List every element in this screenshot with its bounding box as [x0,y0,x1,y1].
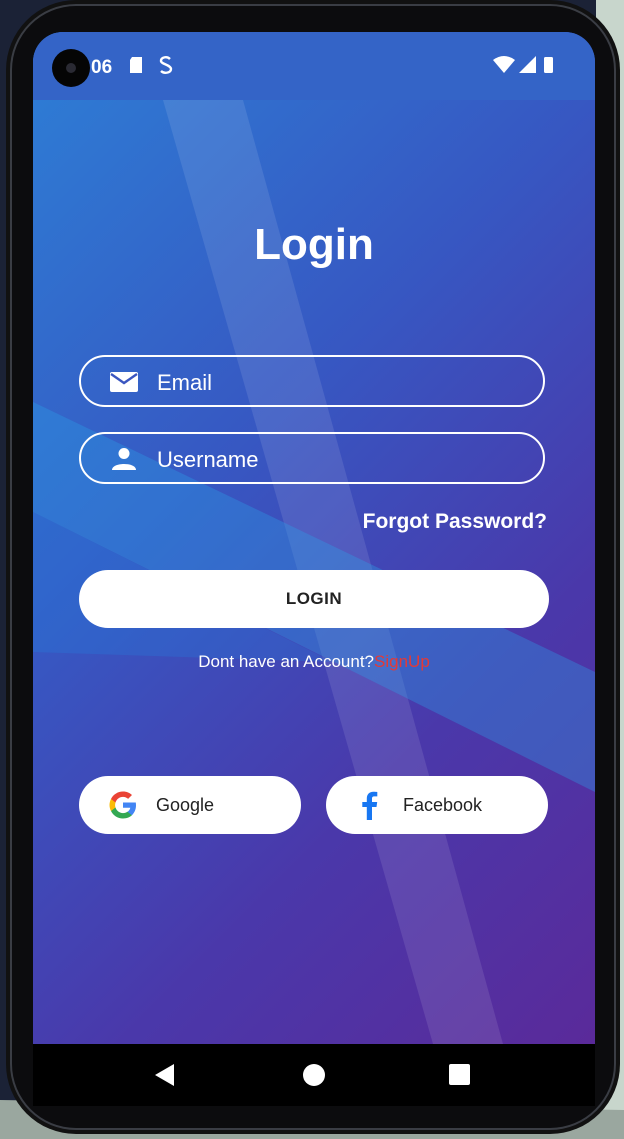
facebook-label: Facebook [403,795,483,815]
facebook-button[interactable]: Facebook [326,776,548,834]
app-preview: 06 Login Email Username Forgot Password?… [0,0,624,1139]
page-title: Login [254,220,374,269]
sync-icon [159,56,173,74]
signal-icon [519,56,536,73]
back-icon[interactable] [155,1064,174,1086]
app-screen: 06 Login Email Username Forgot Password?… [33,32,595,1044]
status-bar: 06 [33,32,595,100]
sd-card-icon [130,57,142,73]
background-beams [33,100,595,1044]
status-time: 06 [91,57,113,78]
login-button[interactable]: LOGIN [79,570,549,628]
recent-apps-icon[interactable] [449,1064,470,1085]
front-camera [52,49,90,87]
wifi-icon [493,56,515,73]
google-label: Google [156,795,215,815]
signup-prompt: Dont have an Account?SignUp [33,652,595,672]
person-icon [112,448,136,470]
battery-icon [544,57,553,73]
google-g-icon [109,791,136,819]
home-icon[interactable] [303,1064,325,1086]
signup-link[interactable]: SignUp [374,652,430,671]
username-placeholder: Username [157,447,259,472]
navigation-bar [33,1044,595,1106]
google-button[interactable]: Google [79,776,301,834]
email-placeholder: Email [157,370,213,395]
no-account-text: Dont have an Account? [198,652,375,671]
forgot-password-link[interactable]: Forgot Password? [363,510,547,534]
username-field[interactable]: Username [79,432,545,484]
envelope-icon [110,372,138,392]
facebook-f-icon [362,791,378,820]
email-field[interactable]: Email [79,355,545,407]
